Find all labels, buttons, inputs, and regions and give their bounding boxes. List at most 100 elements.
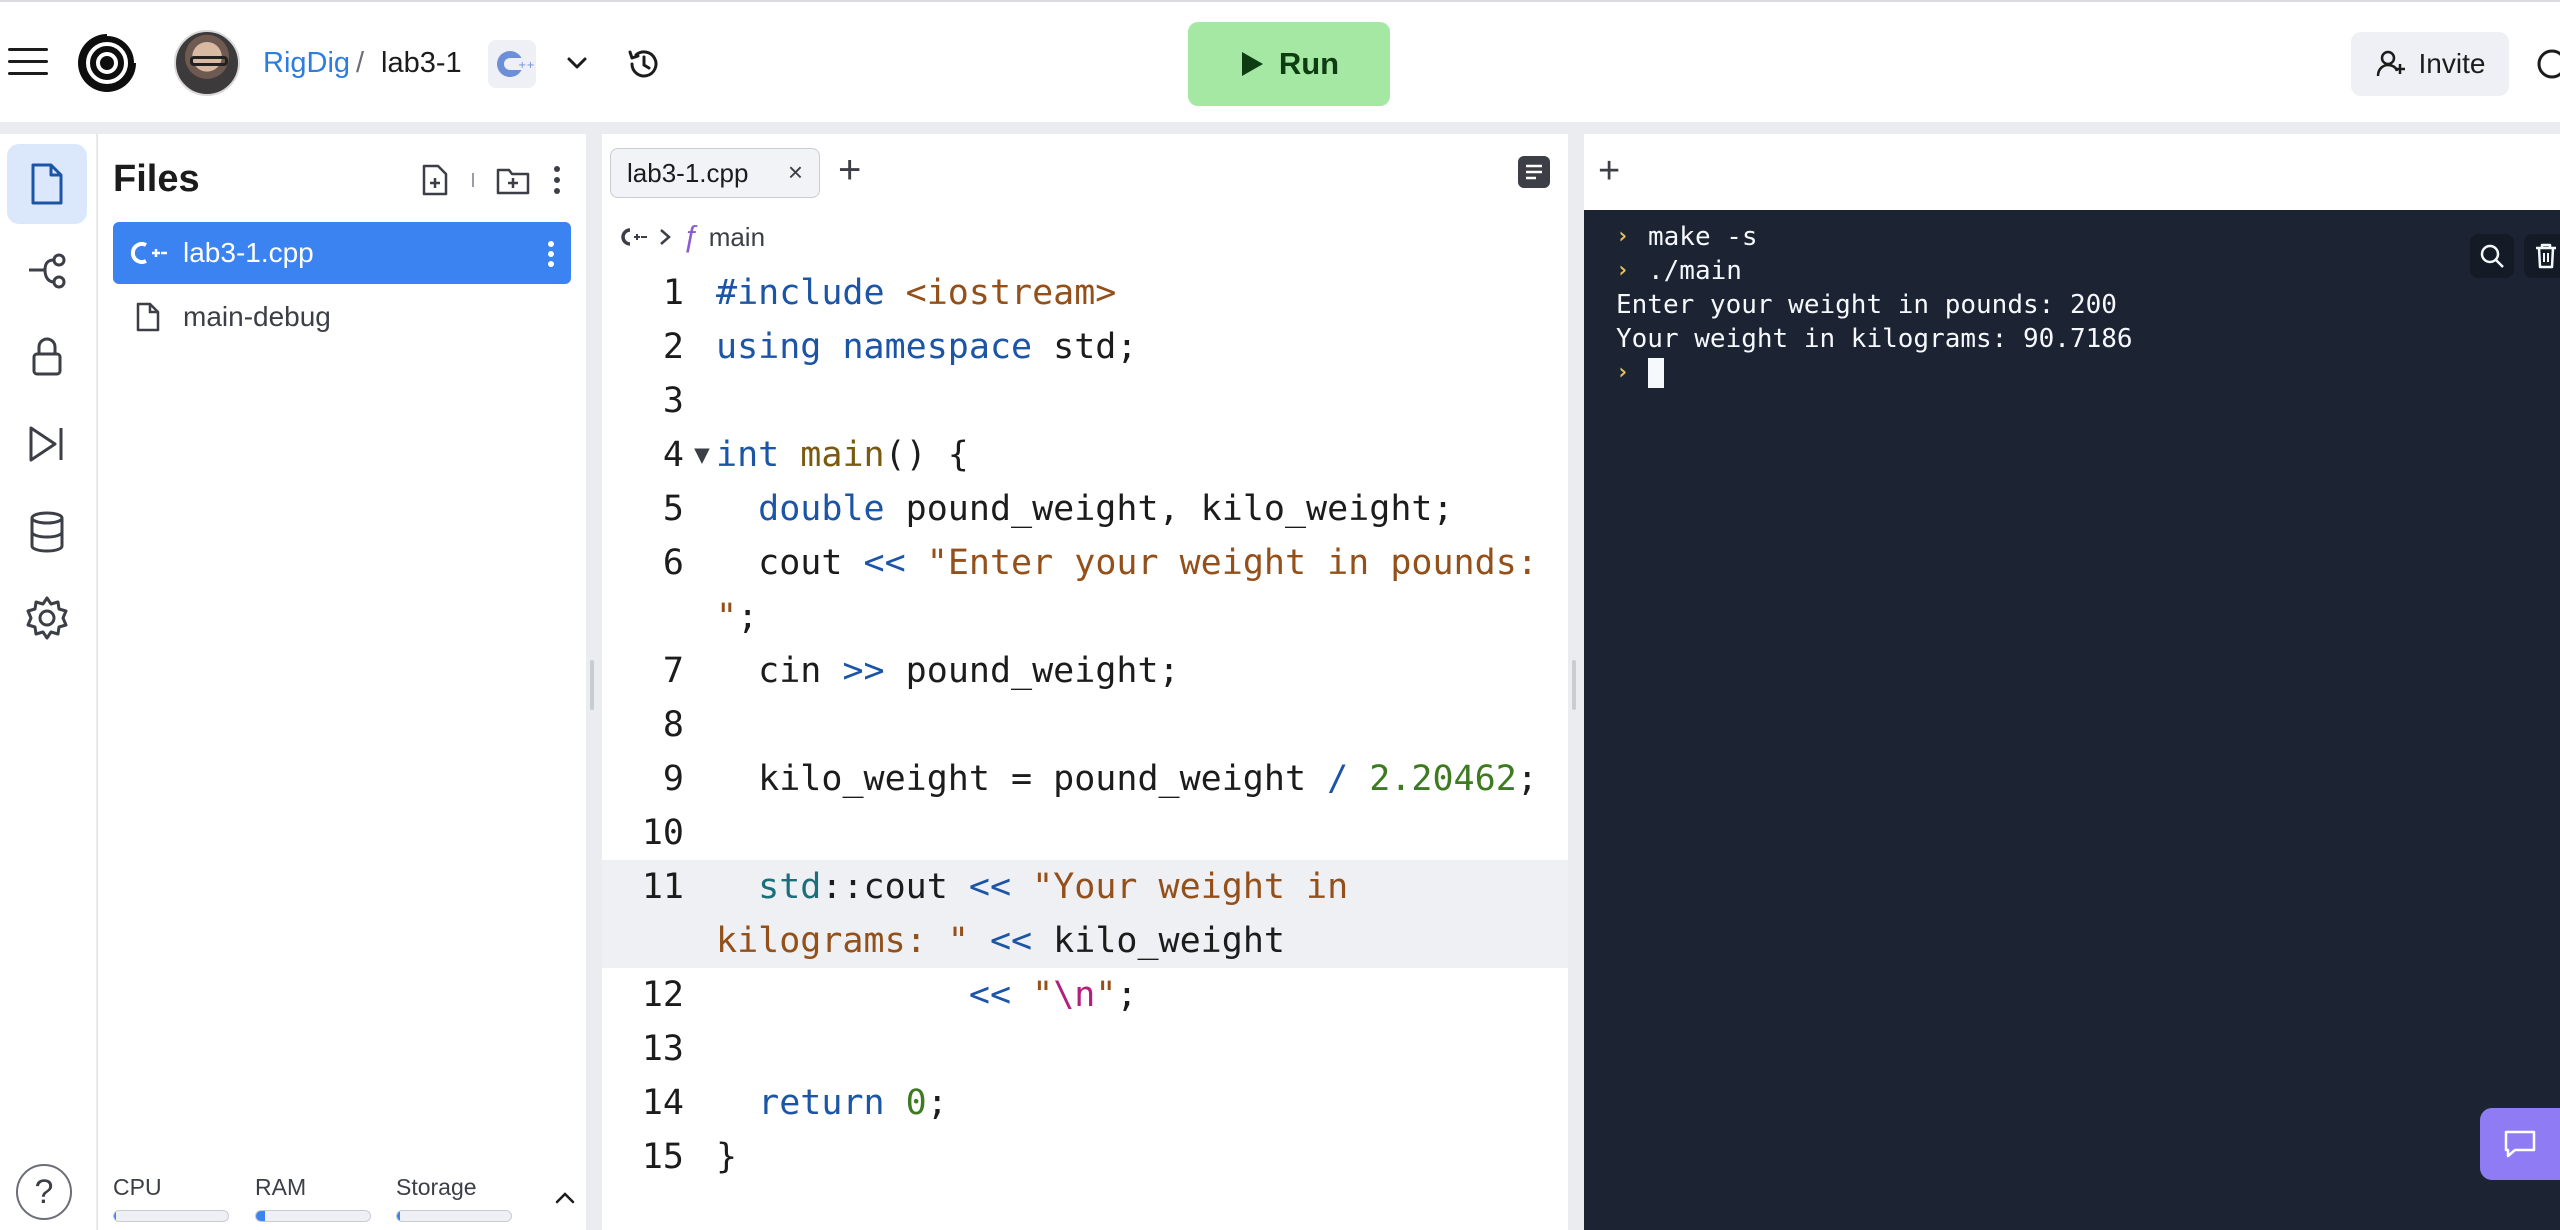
resource-usage[interactable]: CPU RAM Storage	[113, 1174, 583, 1224]
ram-label: RAM	[255, 1174, 307, 1200]
code-line: 13	[641, 1029, 684, 1069]
new-file-icon[interactable]	[420, 164, 450, 196]
cpp-icon	[113, 240, 183, 266]
breadcrumb-repl-name[interactable]: lab3-1	[381, 47, 462, 80]
run-button[interactable]: Run	[1188, 22, 1390, 106]
code-lines[interactable]: 1 #include <iostream> 2 using namespace st…	[602, 266, 1568, 1184]
tab-lab3-1-cpp[interactable]: lab3-1.cpp ×	[610, 148, 820, 198]
code-line: 7 cin >> pound_weight;	[662, 651, 1180, 691]
gear-icon	[26, 596, 68, 640]
file-menu-icon[interactable]	[547, 240, 555, 268]
file-icon	[31, 163, 63, 205]
storage-bar	[396, 1210, 512, 1222]
chevron-up-icon[interactable]	[553, 1188, 577, 1208]
code-line: 2 using namespace std;	[662, 327, 1138, 367]
menu-icon[interactable]	[8, 48, 48, 78]
code-line: 12 << "\n";	[641, 975, 1138, 1015]
code-line-active: 11 std::cout << "Your weight in kilogram…	[602, 860, 1568, 968]
history-icon[interactable]	[624, 44, 664, 84]
storage-label: Storage	[396, 1174, 477, 1200]
console-line: › ./main	[1616, 256, 1742, 286]
fold-arrow-icon[interactable]: ▼	[688, 428, 716, 482]
search-icon[interactable]	[2532, 44, 2560, 84]
search-icon[interactable]	[2470, 234, 2514, 278]
cpp-language-icon[interactable]: ++	[488, 40, 536, 88]
code-line: 6 cout << "Enter your weight in pounds: …	[662, 543, 1559, 637]
top-bar: RigDig / lab3-1 ++ Run Invite	[0, 0, 2560, 122]
code-line: 10	[641, 813, 684, 853]
console-panel: + › make -s › ./main Enter your weight in …	[1584, 134, 2560, 1230]
add-tab-icon[interactable]: +	[1598, 150, 1620, 193]
more-options-icon[interactable]	[552, 164, 562, 196]
rail-database[interactable]	[7, 492, 87, 572]
cpp-icon	[621, 228, 647, 246]
ram-bar	[255, 1210, 371, 1222]
rail-files[interactable]	[7, 144, 87, 224]
svg-text:++: ++	[518, 60, 535, 71]
add-tab-icon[interactable]: +	[838, 148, 861, 193]
rail-settings[interactable]	[7, 578, 87, 658]
terminal-cursor	[1648, 358, 1664, 388]
editor-menu-icon[interactable]	[1518, 156, 1550, 188]
console-line: › make -s	[1616, 222, 1758, 252]
rail-debugger[interactable]	[7, 404, 87, 484]
console-input-line: ›	[1616, 356, 2560, 390]
step-forward-icon	[29, 426, 63, 462]
code-line: 14 return 0;	[641, 1083, 948, 1123]
file-item-main-debug[interactable]: main-debug	[113, 286, 571, 348]
chat-icon[interactable]	[2480, 1108, 2560, 1180]
file-icon	[113, 302, 183, 332]
code-line: 15}	[641, 1137, 738, 1177]
tool-rail: ?	[0, 134, 96, 1230]
run-label: Run	[1278, 46, 1340, 81]
terminal-tools	[2470, 234, 2560, 278]
breadcrumb-user[interactable]: RigDig	[263, 47, 350, 80]
trash-icon[interactable]	[2524, 234, 2560, 278]
function-symbol-icon: ƒ	[682, 220, 699, 253]
add-user-icon	[2376, 50, 2405, 77]
breadcrumb-function[interactable]: main	[709, 222, 765, 253]
console-line: Enter your weight in pounds: 200	[1616, 290, 2117, 320]
replit-logo[interactable]	[76, 32, 138, 94]
file-item-lab3-1-cpp[interactable]: lab3-1.cpp	[113, 222, 571, 284]
prompt-icon: ›	[1616, 258, 1630, 283]
actions-divider	[472, 173, 474, 187]
files-actions	[420, 164, 562, 196]
avatar[interactable]	[174, 30, 240, 96]
panel-resize-handle[interactable]	[590, 660, 594, 710]
file-name: lab3-1.cpp	[183, 237, 314, 268]
rail-git[interactable]	[7, 230, 87, 310]
code-line: 1 #include <iostream>	[662, 273, 1117, 313]
code-line: 5 double pound_weight, kilo_weight;	[662, 489, 1454, 529]
cpu-bar	[113, 1210, 229, 1222]
file-name: main-debug	[183, 301, 331, 332]
invite-label: Invite	[2418, 48, 2486, 79]
rail-secrets[interactable]	[7, 316, 87, 396]
invite-button[interactable]: Invite	[2351, 32, 2509, 96]
prompt-icon: ›	[1616, 360, 1630, 385]
play-icon	[1241, 52, 1263, 76]
lock-icon	[32, 337, 62, 376]
code-line: 8	[662, 705, 684, 745]
database-icon	[30, 511, 64, 553]
code-breadcrumb: ƒ main	[616, 220, 765, 254]
prompt-icon: ›	[1616, 224, 1630, 249]
new-folder-icon[interactable]	[496, 165, 530, 195]
cpu-label: CPU	[113, 1174, 162, 1200]
code-line: 3	[662, 381, 684, 421]
tab-label: lab3-1.cpp	[627, 157, 749, 188]
console-line: Your weight in kilograms: 90.7186	[1616, 324, 2133, 354]
close-icon[interactable]: ×	[788, 157, 803, 188]
files-panel: Files lab3-1.cpp main-debug CPU RAM Stor…	[97, 134, 586, 1230]
editor-tabs: lab3-1.cpp × +	[602, 134, 1568, 206]
chevron-down-icon[interactable]	[562, 48, 592, 78]
breadcrumb-separator: /	[356, 47, 365, 79]
files-title: Files	[113, 158, 200, 200]
chevron-right-icon	[660, 229, 671, 245]
git-branch-icon	[29, 253, 66, 289]
panel-resize-handle[interactable]	[1572, 660, 1576, 710]
terminal[interactable]: › make -s › ./main Enter your weight in po…	[1584, 210, 2560, 1230]
code-editor: lab3-1.cpp × + ƒ main 1 #include <iostrea…	[602, 134, 1568, 1230]
help-icon[interactable]: ?	[16, 1164, 72, 1220]
code-line: 4 ▼ int main() {	[602, 428, 1568, 482]
